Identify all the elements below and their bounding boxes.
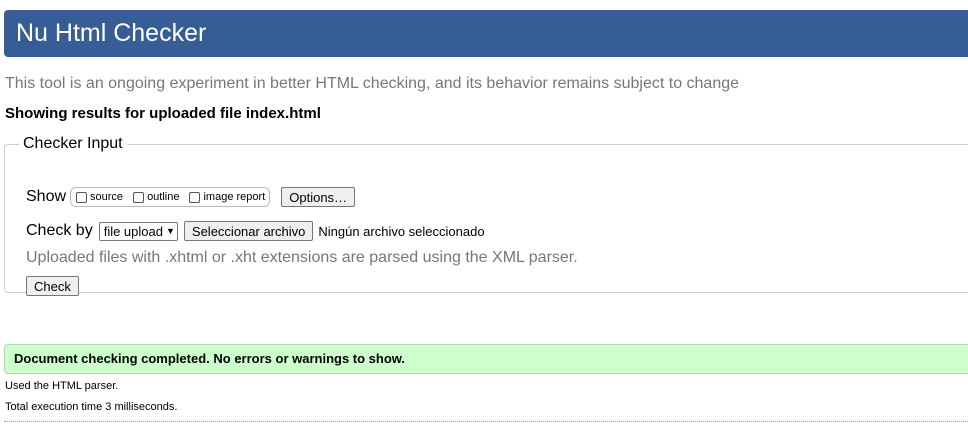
success-message: Document checking completed. No errors o… (14, 351, 406, 366)
outline-checkbox[interactable] (133, 191, 145, 203)
execution-time-note: Total execution time 3 milliseconds. (5, 401, 178, 413)
show-label: Show (26, 188, 67, 205)
show-options-group: source outline image report (70, 187, 271, 207)
check-by-label: Check by (26, 222, 93, 239)
image-report-checkbox-label: image report (203, 191, 266, 203)
check-by-row: Check by file upload ▼ Seleccionar archi… (26, 220, 485, 242)
source-checkbox[interactable] (76, 191, 88, 203)
page-title: Nu Html Checker (16, 19, 207, 47)
options-button[interactable]: Options… (281, 187, 356, 207)
no-file-selected-text: Ningún archivo seleccionado (318, 223, 485, 239)
choose-file-button[interactable]: Seleccionar archivo (183, 221, 314, 241)
results-heading: Showing results for uploaded file index.… (5, 105, 321, 122)
check-by-select[interactable]: file upload ▼ (98, 221, 178, 241)
checker-input-fieldset: Checker Input Show source outline image … (4, 135, 968, 296)
success-message-box: Document checking completed. No errors o… (4, 344, 968, 374)
chevron-down-icon: ▼ (165, 226, 175, 236)
xml-parser-note: Uploaded files with .xhtml or .xht exten… (26, 249, 578, 266)
image-report-checkbox[interactable] (189, 191, 201, 203)
tool-description: This tool is an ongoing experiment in be… (5, 75, 740, 92)
check-by-selected-value: file upload (103, 223, 163, 239)
show-image-report-option[interactable]: image report (186, 191, 265, 203)
source-checkbox-label: source (90, 191, 124, 203)
show-source-option[interactable]: source (73, 191, 123, 203)
page-header: Nu Html Checker (4, 10, 968, 57)
show-options-row: Show source outline image report Options… (26, 186, 356, 208)
checker-input-legend: Checker Input (23, 135, 123, 152)
check-button[interactable]: Check (26, 276, 79, 296)
divider (4, 421, 968, 422)
outline-checkbox-label: outline (147, 191, 180, 203)
parser-used-note: Used the HTML parser. (5, 380, 119, 392)
show-outline-option[interactable]: outline (130, 191, 179, 203)
